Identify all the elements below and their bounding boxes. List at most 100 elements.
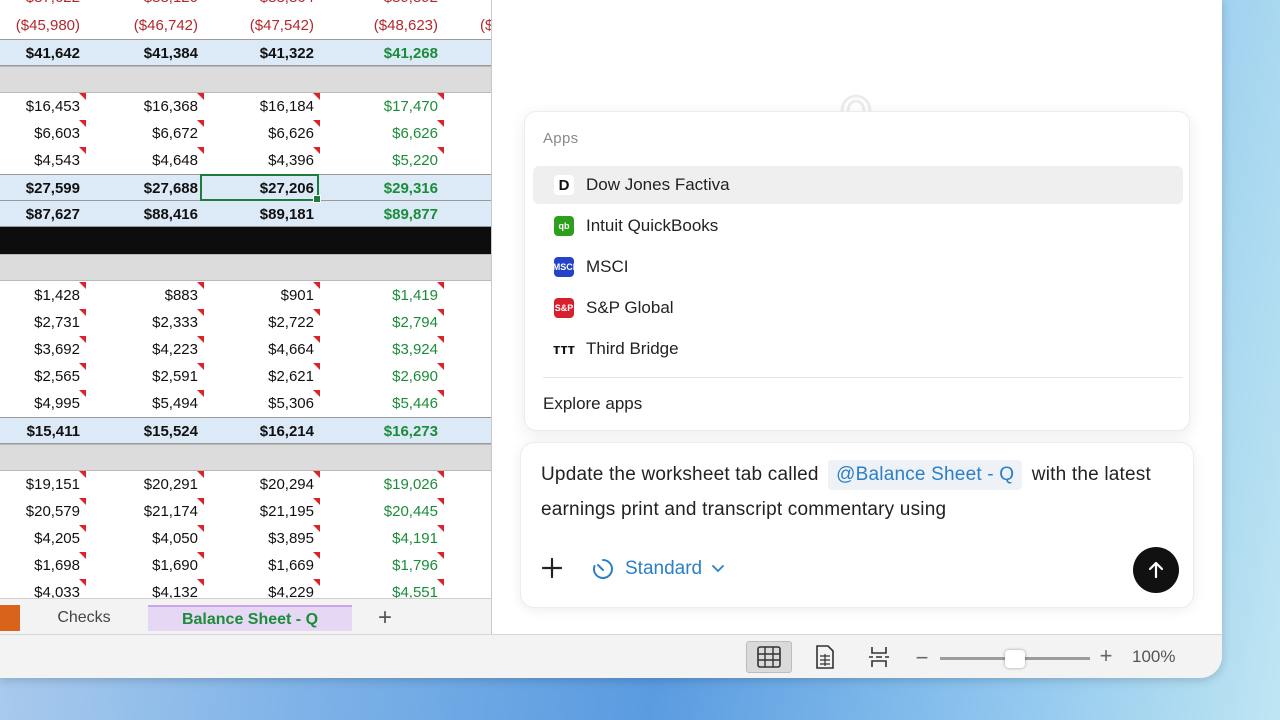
table-cell[interactable]: $15,411 [0, 418, 80, 445]
table-cell[interactable]: $20,291 [120, 471, 204, 498]
zoom-slider-handle[interactable] [1005, 650, 1025, 668]
table-cell[interactable]: $4,050 [120, 525, 204, 552]
table-cell[interactable]: $1,690 [120, 552, 204, 579]
table-cell[interactable]: $27,599 [0, 175, 80, 202]
table-cell[interactable]: $16,273 [350, 418, 438, 445]
normal-view-button[interactable] [746, 641, 792, 673]
send-button[interactable] [1133, 547, 1179, 593]
table-cell[interactable]: $4,205 [0, 525, 86, 552]
add-attachment-button[interactable] [539, 555, 565, 581]
app-item-msci[interactable]: MSCI MSCI [533, 248, 1183, 286]
table-cell[interactable]: $1,428 [0, 282, 86, 309]
table-cell[interactable]: $4,396 [235, 147, 320, 174]
table-cell[interactable]: $29,316 [350, 175, 438, 202]
table-cell[interactable]: ($46,742) [120, 12, 198, 39]
table-cell[interactable]: ($48,623) [350, 12, 438, 39]
spreadsheet-grid[interactable]: $87,622 $88,120 $88,864 $89,892 ($45,980) ($4… [0, 0, 492, 600]
table-cell[interactable]: $2,731 [0, 309, 86, 336]
table-cell[interactable]: $5,306 [235, 390, 320, 417]
table-cell[interactable]: $20,445 [350, 498, 444, 525]
table-cell[interactable]: $2,591 [120, 363, 204, 390]
table-cell[interactable]: $88,120 [120, 0, 198, 11]
table-cell[interactable]: $88,416 [120, 201, 198, 228]
zoom-level[interactable]: 100% [1132, 647, 1192, 667]
explore-apps-link[interactable]: Explore apps [543, 394, 642, 414]
zoom-out-button[interactable]: − [912, 645, 932, 671]
add-sheet-button[interactable]: + [372, 605, 398, 631]
table-cell[interactable]: $41,322 [235, 40, 314, 67]
table-cell[interactable]: $1,669 [235, 552, 320, 579]
table-cell[interactable]: $16,368 [120, 93, 204, 120]
table-cell[interactable]: $89,181 [235, 201, 314, 228]
table-cell[interactable]: $89,877 [350, 201, 438, 228]
table-cell[interactable]: $4,664 [235, 336, 320, 363]
table-cell[interactable]: $3,924 [350, 336, 444, 363]
table-cell[interactable]: $16,214 [235, 418, 314, 445]
sheet-mention-chip[interactable]: @Balance Sheet - Q [828, 460, 1023, 490]
table-cell[interactable]: $4,995 [0, 390, 86, 417]
table-cell[interactable]: $16,453 [0, 93, 86, 120]
table-cell[interactable]: $1,796 [350, 552, 444, 579]
zoom-in-button[interactable]: + [1096, 643, 1116, 669]
table-cell[interactable]: $901 [235, 282, 320, 309]
table-cell[interactable]: $4,223 [120, 336, 204, 363]
table-cell[interactable]: ($ [480, 12, 491, 39]
table-cell[interactable]: $88,864 [235, 0, 314, 11]
table-cell[interactable]: $19,026 [350, 471, 444, 498]
table-cell[interactable]: $4,648 [120, 147, 204, 174]
table-cell[interactable]: $883 [120, 282, 204, 309]
table-cell[interactable]: $6,672 [120, 120, 204, 147]
prompt-composer[interactable]: Update the worksheet tab called @Balance… [520, 442, 1194, 608]
table-cell[interactable]: $5,494 [120, 390, 204, 417]
table-cell[interactable]: $20,294 [235, 471, 320, 498]
table-cell[interactable]: $3,895 [235, 525, 320, 552]
table-cell[interactable]: $6,626 [350, 120, 444, 147]
table-cell[interactable]: $1,419 [350, 282, 444, 309]
sheet-tab-previous[interactable] [0, 605, 20, 631]
table-cell[interactable]: $87,627 [0, 201, 80, 228]
selected-cell-outline[interactable] [200, 174, 321, 203]
table-cell[interactable]: $27,688 [120, 175, 198, 202]
sheet-tab-balance-sheet-q[interactable]: Balance Sheet - Q [148, 605, 352, 631]
table-cell[interactable]: $2,690 [350, 363, 444, 390]
table-cell[interactable]: $1,698 [0, 552, 86, 579]
table-cell[interactable]: $4,543 [0, 147, 86, 174]
table-cell[interactable]: ($47,542) [235, 12, 314, 39]
table-cell[interactable]: $41,268 [350, 40, 438, 67]
table-cell[interactable]: $4,033 [0, 579, 86, 600]
table-cell[interactable]: $41,642 [0, 40, 80, 67]
table-cell[interactable]: ($45,980) [0, 12, 80, 39]
table-cell[interactable]: $4,132 [120, 579, 204, 600]
page-layout-view-button[interactable] [802, 641, 848, 673]
table-cell[interactable]: $16,184 [235, 93, 320, 120]
table-cell[interactable]: $4,229 [235, 579, 320, 600]
table-cell[interactable]: $3,692 [0, 336, 86, 363]
table-cell[interactable]: $4,191 [350, 525, 444, 552]
table-cell[interactable]: $6,603 [0, 120, 86, 147]
app-item-dow-jones-factiva[interactable]: D Dow Jones Factiva [533, 166, 1183, 204]
table-cell[interactable]: $87,622 [0, 0, 80, 11]
table-cell[interactable]: $2,794 [350, 309, 444, 336]
table-cell[interactable]: $21,174 [120, 498, 204, 525]
table-cell[interactable]: $6,626 [235, 120, 320, 147]
table-cell[interactable]: $4,551 [350, 579, 444, 600]
table-cell[interactable]: $19,151 [0, 471, 86, 498]
table-cell[interactable]: $5,220 [350, 147, 444, 174]
sheet-tab-checks[interactable]: Checks [38, 605, 130, 631]
table-cell[interactable]: $89,892 [350, 0, 438, 11]
table-cell[interactable]: $2,333 [120, 309, 204, 336]
table-cell[interactable]: $20,579 [0, 498, 86, 525]
table-cell[interactable]: $2,621 [235, 363, 320, 390]
table-cell[interactable]: $41,384 [120, 40, 198, 67]
table-cell[interactable]: $2,722 [235, 309, 320, 336]
table-cell[interactable]: $17,470 [350, 93, 444, 120]
table-cell[interactable]: $15,524 [120, 418, 198, 445]
table-cell[interactable]: $2,565 [0, 363, 86, 390]
app-item-sp-global[interactable]: S&P S&P Global [533, 289, 1183, 327]
page-break-view-button[interactable] [856, 641, 902, 673]
app-item-third-bridge[interactable]: ттт Third Bridge [533, 330, 1183, 368]
mode-selector[interactable]: Standard [591, 553, 725, 585]
table-cell[interactable]: $5,446 [350, 390, 444, 417]
prompt-input[interactable]: Update the worksheet tab called @Balance… [541, 457, 1171, 527]
table-cell[interactable]: $21,195 [235, 498, 320, 525]
